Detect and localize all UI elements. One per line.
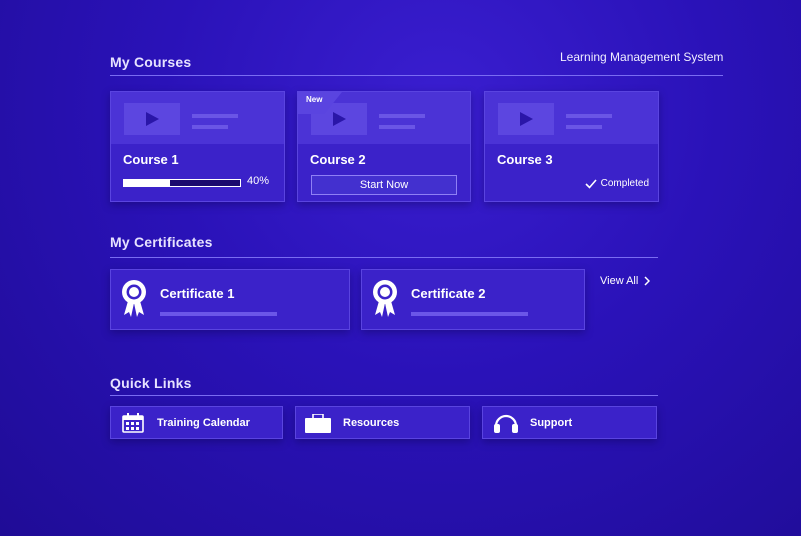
placeholder-line xyxy=(192,114,238,118)
quick-links-divider xyxy=(110,395,658,396)
placeholder-line xyxy=(566,125,602,129)
course-title: Course 1 xyxy=(123,152,179,167)
placeholder-line xyxy=(411,312,528,316)
quick-link-label: Training Calendar xyxy=(157,417,250,429)
award-ribbon-icon xyxy=(122,280,146,317)
certificates-section-title: My Certificates xyxy=(110,234,213,250)
placeholder-line xyxy=(160,312,277,316)
quick-link-support[interactable]: Support xyxy=(482,406,657,439)
placeholder-line xyxy=(379,125,415,129)
completed-text: Completed xyxy=(600,178,649,189)
new-badge: New xyxy=(306,95,323,104)
play-icon xyxy=(146,112,159,126)
courses-section-title: My Courses xyxy=(110,54,192,70)
view-all-label: View All xyxy=(600,275,639,287)
course-card-2[interactable]: New Course 2 Start Now xyxy=(297,91,471,202)
certificate-title: Certificate 2 xyxy=(411,286,486,301)
quick-link-label: Resources xyxy=(343,417,400,429)
course-title: Course 2 xyxy=(310,152,366,167)
award-ribbon-icon xyxy=(373,280,397,317)
headset-icon xyxy=(494,414,518,433)
progress-fill xyxy=(124,180,171,186)
quick-link-training-calendar[interactable]: Training Calendar xyxy=(110,406,283,439)
checkmark-icon xyxy=(585,178,597,189)
progress-bar xyxy=(123,179,241,187)
app-title: Learning Management System xyxy=(560,50,724,64)
courses-divider xyxy=(110,75,723,76)
quick-links-section-title: Quick Links xyxy=(110,375,192,391)
course-thumbnail xyxy=(485,92,658,144)
completed-status: Completed xyxy=(585,178,649,189)
play-icon xyxy=(333,112,346,126)
chevron-right-icon xyxy=(644,276,651,286)
certificate-card-1[interactable]: Certificate 1 xyxy=(110,269,350,330)
course-thumbnail xyxy=(111,92,284,144)
placeholder-line xyxy=(192,125,228,129)
quick-link-label: Support xyxy=(530,417,573,429)
placeholder-line xyxy=(566,114,612,118)
video-thumbnail xyxy=(124,103,180,135)
briefcase-icon xyxy=(305,414,331,433)
progress-text: 40% xyxy=(247,175,270,187)
certificate-card-2[interactable]: Certificate 2 xyxy=(361,269,585,330)
placeholder-line xyxy=(379,114,425,118)
start-now-button[interactable]: Start Now xyxy=(311,175,457,195)
certificates-divider xyxy=(110,257,658,258)
calendar-icon xyxy=(122,413,144,433)
course-title: Course 3 xyxy=(497,152,553,167)
certificate-title: Certificate 1 xyxy=(160,286,235,301)
play-icon xyxy=(520,112,533,126)
quick-link-resources[interactable]: Resources xyxy=(295,406,470,439)
course-card-1[interactable]: Course 1 40% xyxy=(110,91,285,202)
view-all-link[interactable]: View All xyxy=(600,275,651,287)
course-card-3[interactable]: Course 3 Completed xyxy=(484,91,659,202)
video-thumbnail xyxy=(498,103,554,135)
